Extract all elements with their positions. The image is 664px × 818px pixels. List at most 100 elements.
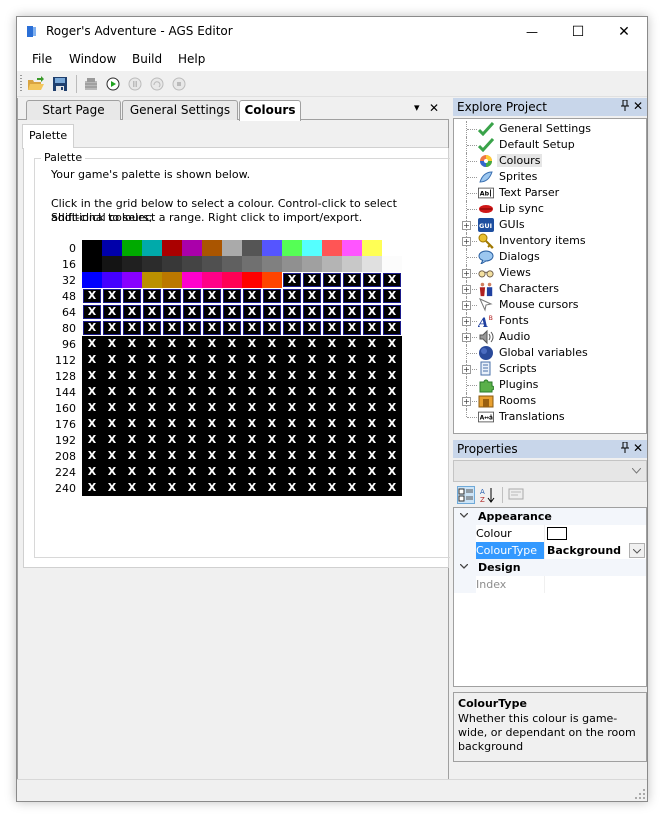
palette-cell-43[interactable]: X bbox=[302, 272, 322, 288]
palette-cell-175[interactable]: X bbox=[382, 400, 402, 416]
palette-cell-118[interactable]: X bbox=[202, 352, 222, 368]
palette-cell-157[interactable]: X bbox=[342, 384, 362, 400]
palette-cell-249[interactable]: X bbox=[262, 480, 282, 496]
palette-cell-223[interactable]: X bbox=[382, 448, 402, 464]
expand-icon[interactable]: + bbox=[462, 221, 471, 230]
palette-cell-200[interactable]: X bbox=[242, 432, 262, 448]
palette-cell-39[interactable] bbox=[222, 272, 242, 288]
categorized-view-button[interactable] bbox=[457, 486, 475, 504]
palette-cell-219[interactable]: X bbox=[302, 448, 322, 464]
palette-cell-12[interactable] bbox=[322, 240, 342, 256]
toolbar-grip[interactable] bbox=[20, 75, 22, 93]
palette-cell-75[interactable]: X bbox=[302, 304, 322, 320]
palette-cell-233[interactable]: X bbox=[262, 464, 282, 480]
palette-cell-237[interactable]: X bbox=[342, 464, 362, 480]
build-exe-button[interactable] bbox=[81, 74, 101, 94]
palette-cell-156[interactable]: X bbox=[322, 384, 342, 400]
palette-cell-226[interactable]: X bbox=[122, 464, 142, 480]
tree-item-rooms[interactable]: + Rooms bbox=[454, 393, 644, 409]
palette-cell-251[interactable]: X bbox=[302, 480, 322, 496]
palette-cell-235[interactable]: X bbox=[302, 464, 322, 480]
palette-cell-242[interactable]: X bbox=[122, 480, 142, 496]
palette-cell-11[interactable] bbox=[302, 240, 322, 256]
palette-cell-66[interactable]: X bbox=[122, 304, 142, 320]
palette-cell-177[interactable]: X bbox=[102, 416, 122, 432]
palette-cell-109[interactable]: X bbox=[342, 336, 362, 352]
palette-cell-90[interactable]: X bbox=[282, 320, 302, 336]
palette-cell-229[interactable]: X bbox=[182, 464, 202, 480]
palette-cell-70[interactable]: X bbox=[202, 304, 222, 320]
palette-cell-63[interactable]: X bbox=[382, 288, 402, 304]
palette-cell-26[interactable] bbox=[282, 256, 302, 272]
palette-cell-40[interactable] bbox=[242, 272, 262, 288]
palette-cell-8[interactable] bbox=[242, 240, 262, 256]
palette-cell-35[interactable] bbox=[142, 272, 162, 288]
palette-cell-222[interactable]: X bbox=[362, 448, 382, 464]
palette-cell-125[interactable]: X bbox=[342, 352, 362, 368]
palette-cell-33[interactable] bbox=[102, 272, 122, 288]
palette-cell-186[interactable]: X bbox=[282, 416, 302, 432]
palette-cell-189[interactable]: X bbox=[342, 416, 362, 432]
palette-cell-36[interactable] bbox=[162, 272, 182, 288]
run-game-button[interactable] bbox=[103, 74, 123, 94]
tree-item-default-setup[interactable]: Default Setup bbox=[454, 137, 644, 153]
palette-cell-18[interactable] bbox=[122, 256, 142, 272]
palette-cell-6[interactable] bbox=[202, 240, 222, 256]
palette-cell-168[interactable]: X bbox=[242, 400, 262, 416]
menu-window[interactable]: Window bbox=[69, 52, 116, 66]
palette-cell-133[interactable]: X bbox=[182, 368, 202, 384]
palette-cell-69[interactable]: X bbox=[182, 304, 202, 320]
palette-cell-93[interactable]: X bbox=[342, 320, 362, 336]
close-pane-icon[interactable]: ✕ bbox=[633, 99, 643, 113]
palette-cell-224[interactable]: X bbox=[82, 464, 102, 480]
palette-cell-184[interactable]: X bbox=[242, 416, 262, 432]
palette-cell-191[interactable]: X bbox=[382, 416, 402, 432]
palette-cell-92[interactable]: X bbox=[322, 320, 342, 336]
palette-cell-51[interactable]: X bbox=[142, 288, 162, 304]
palette-cell-146[interactable]: X bbox=[122, 384, 142, 400]
palette-cell-16[interactable] bbox=[82, 256, 102, 272]
palette-cell-217[interactable]: X bbox=[262, 448, 282, 464]
tree-item-plugins[interactable]: Plugins bbox=[454, 377, 644, 393]
palette-cell-4[interactable] bbox=[162, 240, 182, 256]
palette-cell-250[interactable]: X bbox=[282, 480, 302, 496]
palette-cell-182[interactable]: X bbox=[202, 416, 222, 432]
category-appearance[interactable]: Appearance bbox=[454, 508, 646, 525]
tree-item-dialogs[interactable]: Dialogs bbox=[454, 249, 644, 265]
palette-cell-56[interactable]: X bbox=[242, 288, 262, 304]
palette-cell-88[interactable]: X bbox=[242, 320, 262, 336]
palette-cell-153[interactable]: X bbox=[262, 384, 282, 400]
palette-cell-194[interactable]: X bbox=[122, 432, 142, 448]
palette-cell-213[interactable]: X bbox=[182, 448, 202, 464]
palette-cell-19[interactable] bbox=[142, 256, 162, 272]
palette-cell-114[interactable]: X bbox=[122, 352, 142, 368]
palette-cell-5[interactable] bbox=[182, 240, 202, 256]
palette-cell-138[interactable]: X bbox=[282, 368, 302, 384]
palette-cell-1[interactable] bbox=[102, 240, 122, 256]
palette-cell-134[interactable]: X bbox=[202, 368, 222, 384]
tree-item-global-variables[interactable]: Global variables bbox=[454, 345, 644, 361]
palette-cell-82[interactable]: X bbox=[122, 320, 142, 336]
palette-cell-60[interactable]: X bbox=[322, 288, 342, 304]
close-window-button[interactable]: ✕ bbox=[601, 17, 647, 47]
palette-cell-81[interactable]: X bbox=[102, 320, 122, 336]
property-row-colour[interactable]: Colour bbox=[454, 525, 646, 542]
tree-item-guis[interactable]: + GUI GUIs bbox=[454, 217, 644, 233]
palette-cell-187[interactable]: X bbox=[302, 416, 322, 432]
palette-cell-221[interactable]: X bbox=[342, 448, 362, 464]
palette-cell-22[interactable] bbox=[202, 256, 222, 272]
close-tab-icon[interactable]: ✕ bbox=[429, 101, 439, 115]
palette-cell-117[interactable]: X bbox=[182, 352, 202, 368]
palette-cell-204[interactable]: X bbox=[322, 432, 342, 448]
palette-cell-102[interactable]: X bbox=[202, 336, 222, 352]
palette-cell-29[interactable] bbox=[342, 256, 362, 272]
palette-cell-67[interactable]: X bbox=[142, 304, 162, 320]
palette-cell-10[interactable] bbox=[282, 240, 302, 256]
palette-cell-113[interactable]: X bbox=[102, 352, 122, 368]
palette-cell-164[interactable]: X bbox=[162, 400, 182, 416]
palette-cell-38[interactable] bbox=[202, 272, 222, 288]
palette-cell-74[interactable]: X bbox=[282, 304, 302, 320]
palette-cell-149[interactable]: X bbox=[182, 384, 202, 400]
palette-cell-140[interactable]: X bbox=[322, 368, 342, 384]
maximize-button[interactable]: ☐ bbox=[555, 17, 601, 47]
